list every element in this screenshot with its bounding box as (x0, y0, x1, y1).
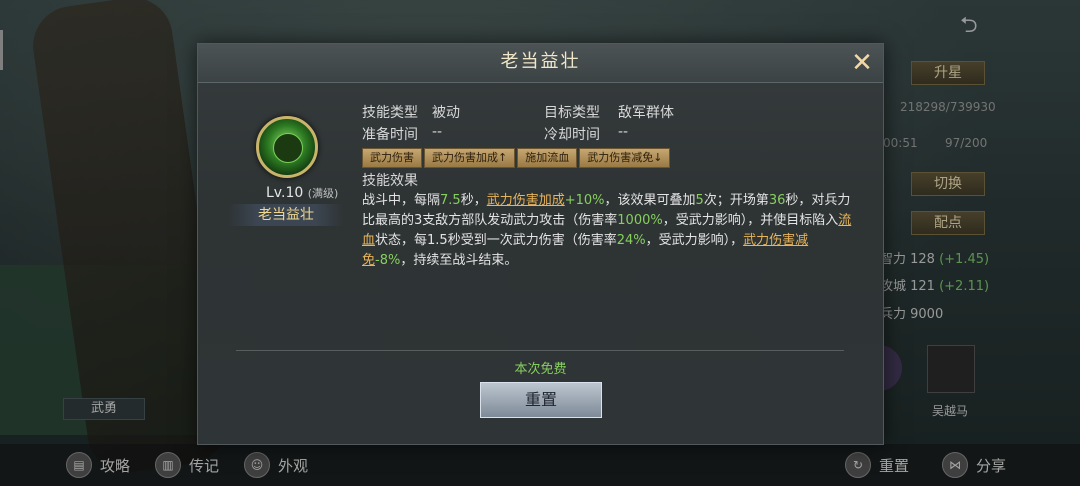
reset-button[interactable]: 重置 (480, 382, 602, 418)
prep-time-value: -- (432, 124, 443, 140)
skill-description: 战斗中，每隔7.5秒，武力伤害加成+10%，该效果可叠加5次；开场第36秒，对兵… (362, 193, 852, 268)
skill-tag: 施加流血 (517, 148, 578, 168)
skill-detail-modal: 老当益壮 ✕ Lv.10 (满级) 老当益壮 技能类型 被动 目标类型 敌军群体… (197, 43, 884, 445)
target-type-value: 敌军群体 (618, 105, 674, 121)
close-icon[interactable]: ✕ (850, 50, 874, 76)
cooldown-label: 冷却时间 (544, 127, 600, 143)
skill-icon-emblem (273, 133, 303, 163)
divider (236, 350, 844, 351)
keyword-link[interactable]: 武力伤害加成 (487, 193, 565, 208)
skill-icon (256, 116, 318, 178)
skill-tag: 武力伤害 (362, 148, 422, 168)
skill-tag: 武力伤害加成↑ (424, 148, 516, 168)
skill-type-value: 被动 (432, 105, 460, 121)
skill-name-plate: 老当益壮 (228, 204, 344, 226)
effect-title: 技能效果 (362, 173, 418, 189)
cooldown-value: -- (618, 124, 629, 140)
skill-level: Lv.10 (满级) (266, 185, 339, 201)
modal-title: 老当益壮 (500, 51, 581, 72)
free-text: 本次免费 (514, 362, 567, 377)
target-type-label: 目标类型 (544, 105, 600, 121)
skill-tag: 武力伤害减免↓ (579, 148, 671, 168)
skill-type-label: 技能类型 (362, 105, 418, 121)
prep-time-label: 准备时间 (362, 127, 418, 143)
skill-tags: 武力伤害 武力伤害加成↑ 施加流血 武力伤害减免↓ (362, 148, 671, 168)
